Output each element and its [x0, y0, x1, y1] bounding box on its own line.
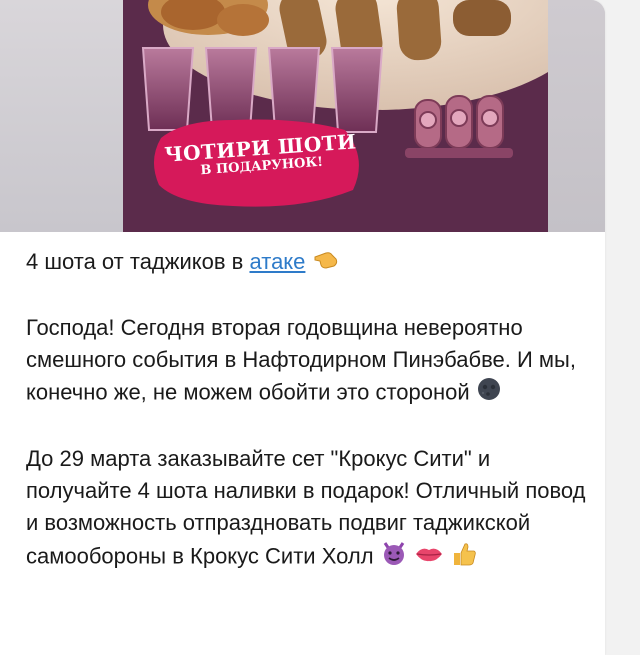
- line1-text: 4 шота от таджиков в: [26, 249, 250, 274]
- promo-illustration: [123, 0, 548, 232]
- dark-moon-face-icon: [476, 376, 502, 411]
- promo-poster: ЧОТИРИ ШОТИ В ПОДАРУНОК!: [123, 0, 548, 232]
- thumbs-up-icon: [450, 539, 478, 576]
- paragraph3-text: До 29 марта заказывайте сет "Крокус Сити…: [26, 445, 586, 568]
- post-image[interactable]: ЧОТИРИ ШОТИ В ПОДАРУНОК!: [0, 0, 605, 232]
- image-blur-left: [0, 0, 123, 232]
- caption-paragraph2: Господа! Сегодня вторая годовщина неверо…: [26, 312, 596, 411]
- lips-icon: [414, 541, 444, 573]
- caption-paragraph3: До 29 марта заказывайте сет "Крокус Сити…: [26, 443, 596, 576]
- post-caption: 4 шота от таджиков в атаке Господа! Сего…: [26, 246, 596, 608]
- link-attack[interactable]: атаке: [249, 249, 305, 274]
- caption-line1: 4 шота от таджиков в атаке: [26, 246, 596, 280]
- pointing-hand-icon: [312, 247, 340, 280]
- smiling-devil-icon: [380, 540, 408, 575]
- image-blur-right: [548, 0, 605, 232]
- message-bubble: ЧОТИРИ ШОТИ В ПОДАРУНОК! 4 шота от таджи…: [0, 0, 605, 655]
